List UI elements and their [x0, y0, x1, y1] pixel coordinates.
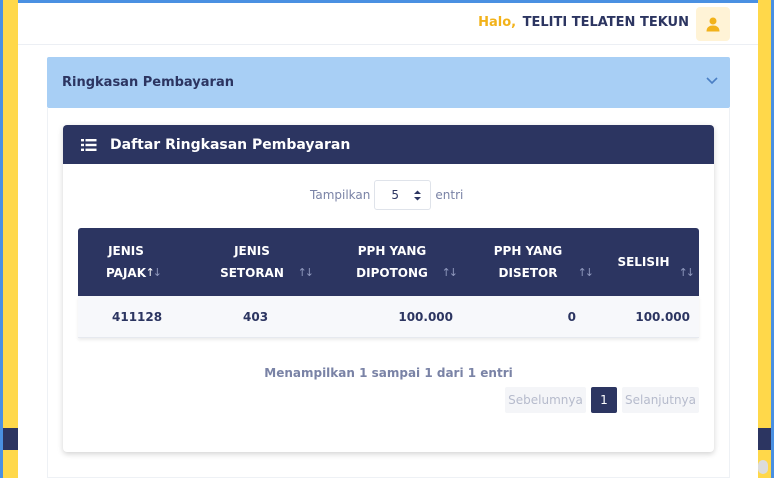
- summary-table: JENIS PAJAK ↑↓ JENIS SETORAN ↑↓ PPH YANG DI…: [78, 228, 699, 338]
- previous-page-button[interactable]: Sebelumnya: [505, 387, 586, 413]
- avatar[interactable]: [696, 7, 730, 41]
- list-icon: [81, 139, 97, 151]
- cell-selisih: 100.000: [635, 310, 690, 324]
- summary-card: Daftar Ringkasan Pembayaran Tampilkan 5 …: [63, 125, 714, 452]
- card-header: Daftar Ringkasan Pembayaran: [63, 125, 714, 164]
- sort-asc-icon: ↑↓: [145, 266, 163, 279]
- column-pph-disetor[interactable]: PPH YANG DISETOR ↑↓: [468, 228, 594, 296]
- select-arrows-icon: [414, 190, 422, 201]
- cell-jenis-pajak: 411128: [112, 310, 163, 324]
- page-length-value: 5: [391, 188, 400, 202]
- user-icon: [706, 17, 720, 32]
- scrollbar-thumb[interactable]: [758, 460, 768, 474]
- card-title: Daftar Ringkasan Pembayaran: [110, 137, 351, 153]
- page-length-select[interactable]: 5: [374, 180, 432, 210]
- pagination: Sebelumnya 1 Selanjutnya: [505, 387, 699, 413]
- table-length-control: Tampilkan 5 entri: [310, 180, 463, 210]
- table-info: Menampilkan 1 sampai 1 dari 1 entri: [264, 366, 513, 380]
- cell-pph-dipotong: 100.000: [398, 310, 453, 324]
- length-suffix: entri: [435, 188, 464, 202]
- user-name[interactable]: TELITI TELATEN TEKUN: [523, 15, 689, 30]
- cell-pph-disetor: 0: [567, 310, 576, 324]
- sort-icon: ↑↓: [297, 266, 315, 279]
- summary-collapse-header[interactable]: Ringkasan Pembayaran: [47, 57, 730, 108]
- summary-title: Ringkasan Pembayaran: [62, 75, 234, 90]
- column-selisih[interactable]: SELISIH ↑↓: [588, 228, 699, 296]
- sort-icon: ↑↓: [678, 266, 696, 279]
- page: Halo, TELITI TELATEN TEKUN Ringkasan Pem…: [18, 3, 758, 478]
- column-pph-dipotong[interactable]: PPH YANG DIPOTONG ↑↓: [326, 228, 458, 296]
- sort-icon: ↑↓: [441, 266, 459, 279]
- table-row[interactable]: 411128 403 100.000 0 100.000: [78, 296, 699, 338]
- length-prefix: Tampilkan: [310, 188, 371, 202]
- cell-jenis-setoran: 403: [243, 310, 269, 324]
- page-1-button[interactable]: 1: [591, 387, 617, 413]
- chevron-down-icon[interactable]: [706, 77, 718, 85]
- greeting-label: Halo,: [478, 15, 517, 30]
- next-page-button[interactable]: Selanjutnya: [622, 387, 699, 413]
- table-header: JENIS PAJAK ↑↓ JENIS SETORAN ↑↓ PPH YANG DI…: [78, 228, 699, 296]
- left-backdrop: [0, 0, 21, 478]
- column-jenis-setoran[interactable]: JENIS SETORAN ↑↓: [194, 228, 315, 296]
- top-navbar: Halo, TELITI TELATEN TEKUN: [18, 3, 758, 45]
- user-greeting: Halo, TELITI TELATEN TEKUN: [478, 15, 689, 30]
- column-jenis-pajak[interactable]: JENIS PAJAK ↑↓: [78, 228, 174, 296]
- right-backdrop: [755, 0, 774, 478]
